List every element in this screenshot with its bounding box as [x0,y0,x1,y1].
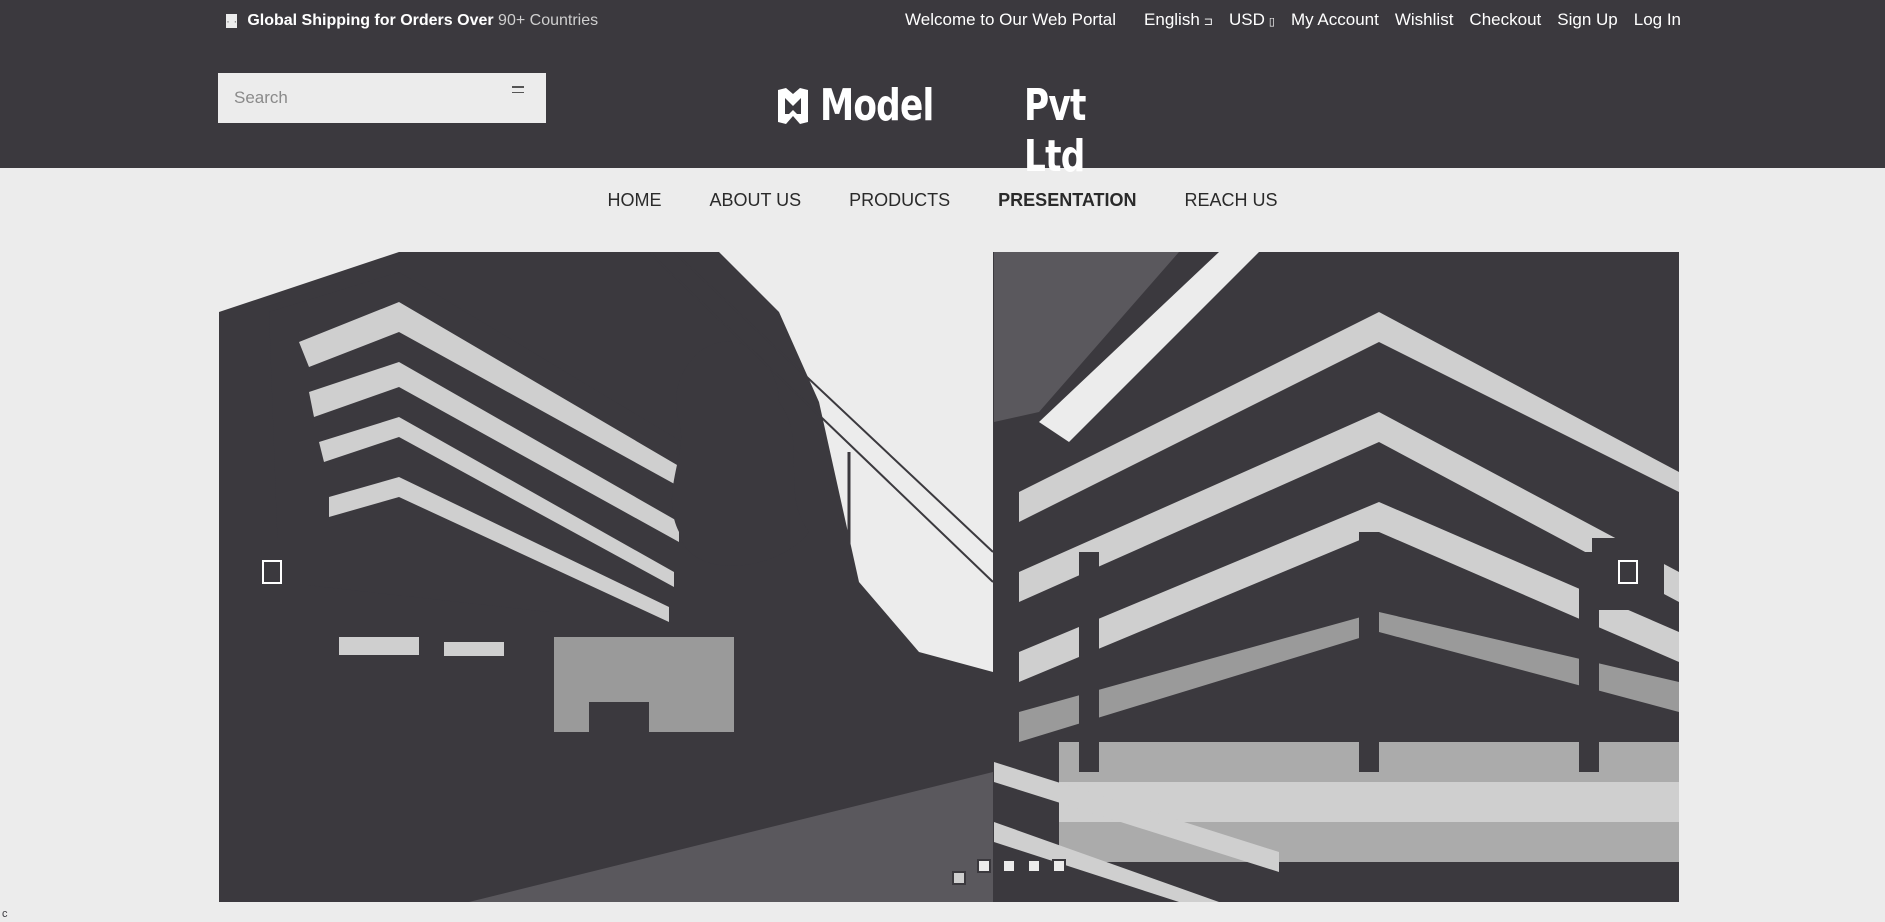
logo-icon [778,88,808,124]
chevron-down-icon: ⊐ [1203,16,1214,28]
welcome-text: Welcome to Our Web Portal [905,10,1117,29]
search-input[interactable] [218,73,546,123]
slider-dots [952,859,1066,885]
page-corner-text: c [2,908,8,920]
currency-select[interactable]: USD ▯ [1229,10,1275,30]
top-links: Welcome to Our Web Portal English ⊐ USD ▯ … [905,10,1681,30]
main-nav: HOME ABOUT US PRODUCTS PRESENTATION REAC… [0,168,1885,232]
shipping-notice: · · Global Shipping for Orders Over 90+ C… [224,12,598,30]
logo-text-primary: Model [820,80,934,131]
slider-dot[interactable] [1002,859,1016,873]
arrow-left-icon [262,560,282,584]
hero-slider [219,252,1679,902]
language-select[interactable]: English ⊐ [1144,10,1213,30]
slider-dot[interactable] [1027,859,1041,873]
my-account-link[interactable]: My Account [1291,10,1379,30]
currency-label: USD [1229,10,1265,29]
site-header: · · Global Shipping for Orders Over 90+ C… [0,0,1885,182]
checkout-link[interactable]: Checkout [1469,10,1541,30]
wishlist-link[interactable]: Wishlist [1395,10,1454,30]
globe-icon: · · [224,12,240,30]
slider-dot[interactable] [952,871,966,885]
nav-item-about-us[interactable]: ABOUT US [685,190,825,211]
shipping-text: Global Shipping for Orders Over [247,12,494,29]
slide-image [219,252,1679,902]
slider-prev-button[interactable] [236,538,308,610]
arrow-right-icon [1618,560,1638,584]
log-in-link[interactable]: Log In [1634,10,1681,30]
building-photo-left [219,252,994,902]
logo-text-secondary: Pvt Ltd [1024,80,1086,182]
building-photo-right [994,252,1679,902]
sign-up-link[interactable]: Sign Up [1557,10,1617,30]
nav-item-presentation[interactable]: PRESENTATION [974,190,1160,211]
site-logo[interactable]: Model Pvt Ltd [776,78,1136,182]
slider-dot[interactable] [977,859,991,873]
nav-item-products[interactable]: PRODUCTS [825,190,974,211]
nav-item-home[interactable]: HOME [583,190,685,211]
shipping-countries: 90+ Countries [498,12,599,29]
nav-item-reach-us[interactable]: REACH US [1161,190,1302,211]
slider-next-button[interactable] [1592,538,1664,610]
chevron-down-icon: ▯ [1268,16,1275,28]
language-label: English [1144,10,1200,29]
slider-dot[interactable] [1052,859,1066,873]
search-box [218,73,546,123]
menu-icon[interactable] [512,86,524,98]
